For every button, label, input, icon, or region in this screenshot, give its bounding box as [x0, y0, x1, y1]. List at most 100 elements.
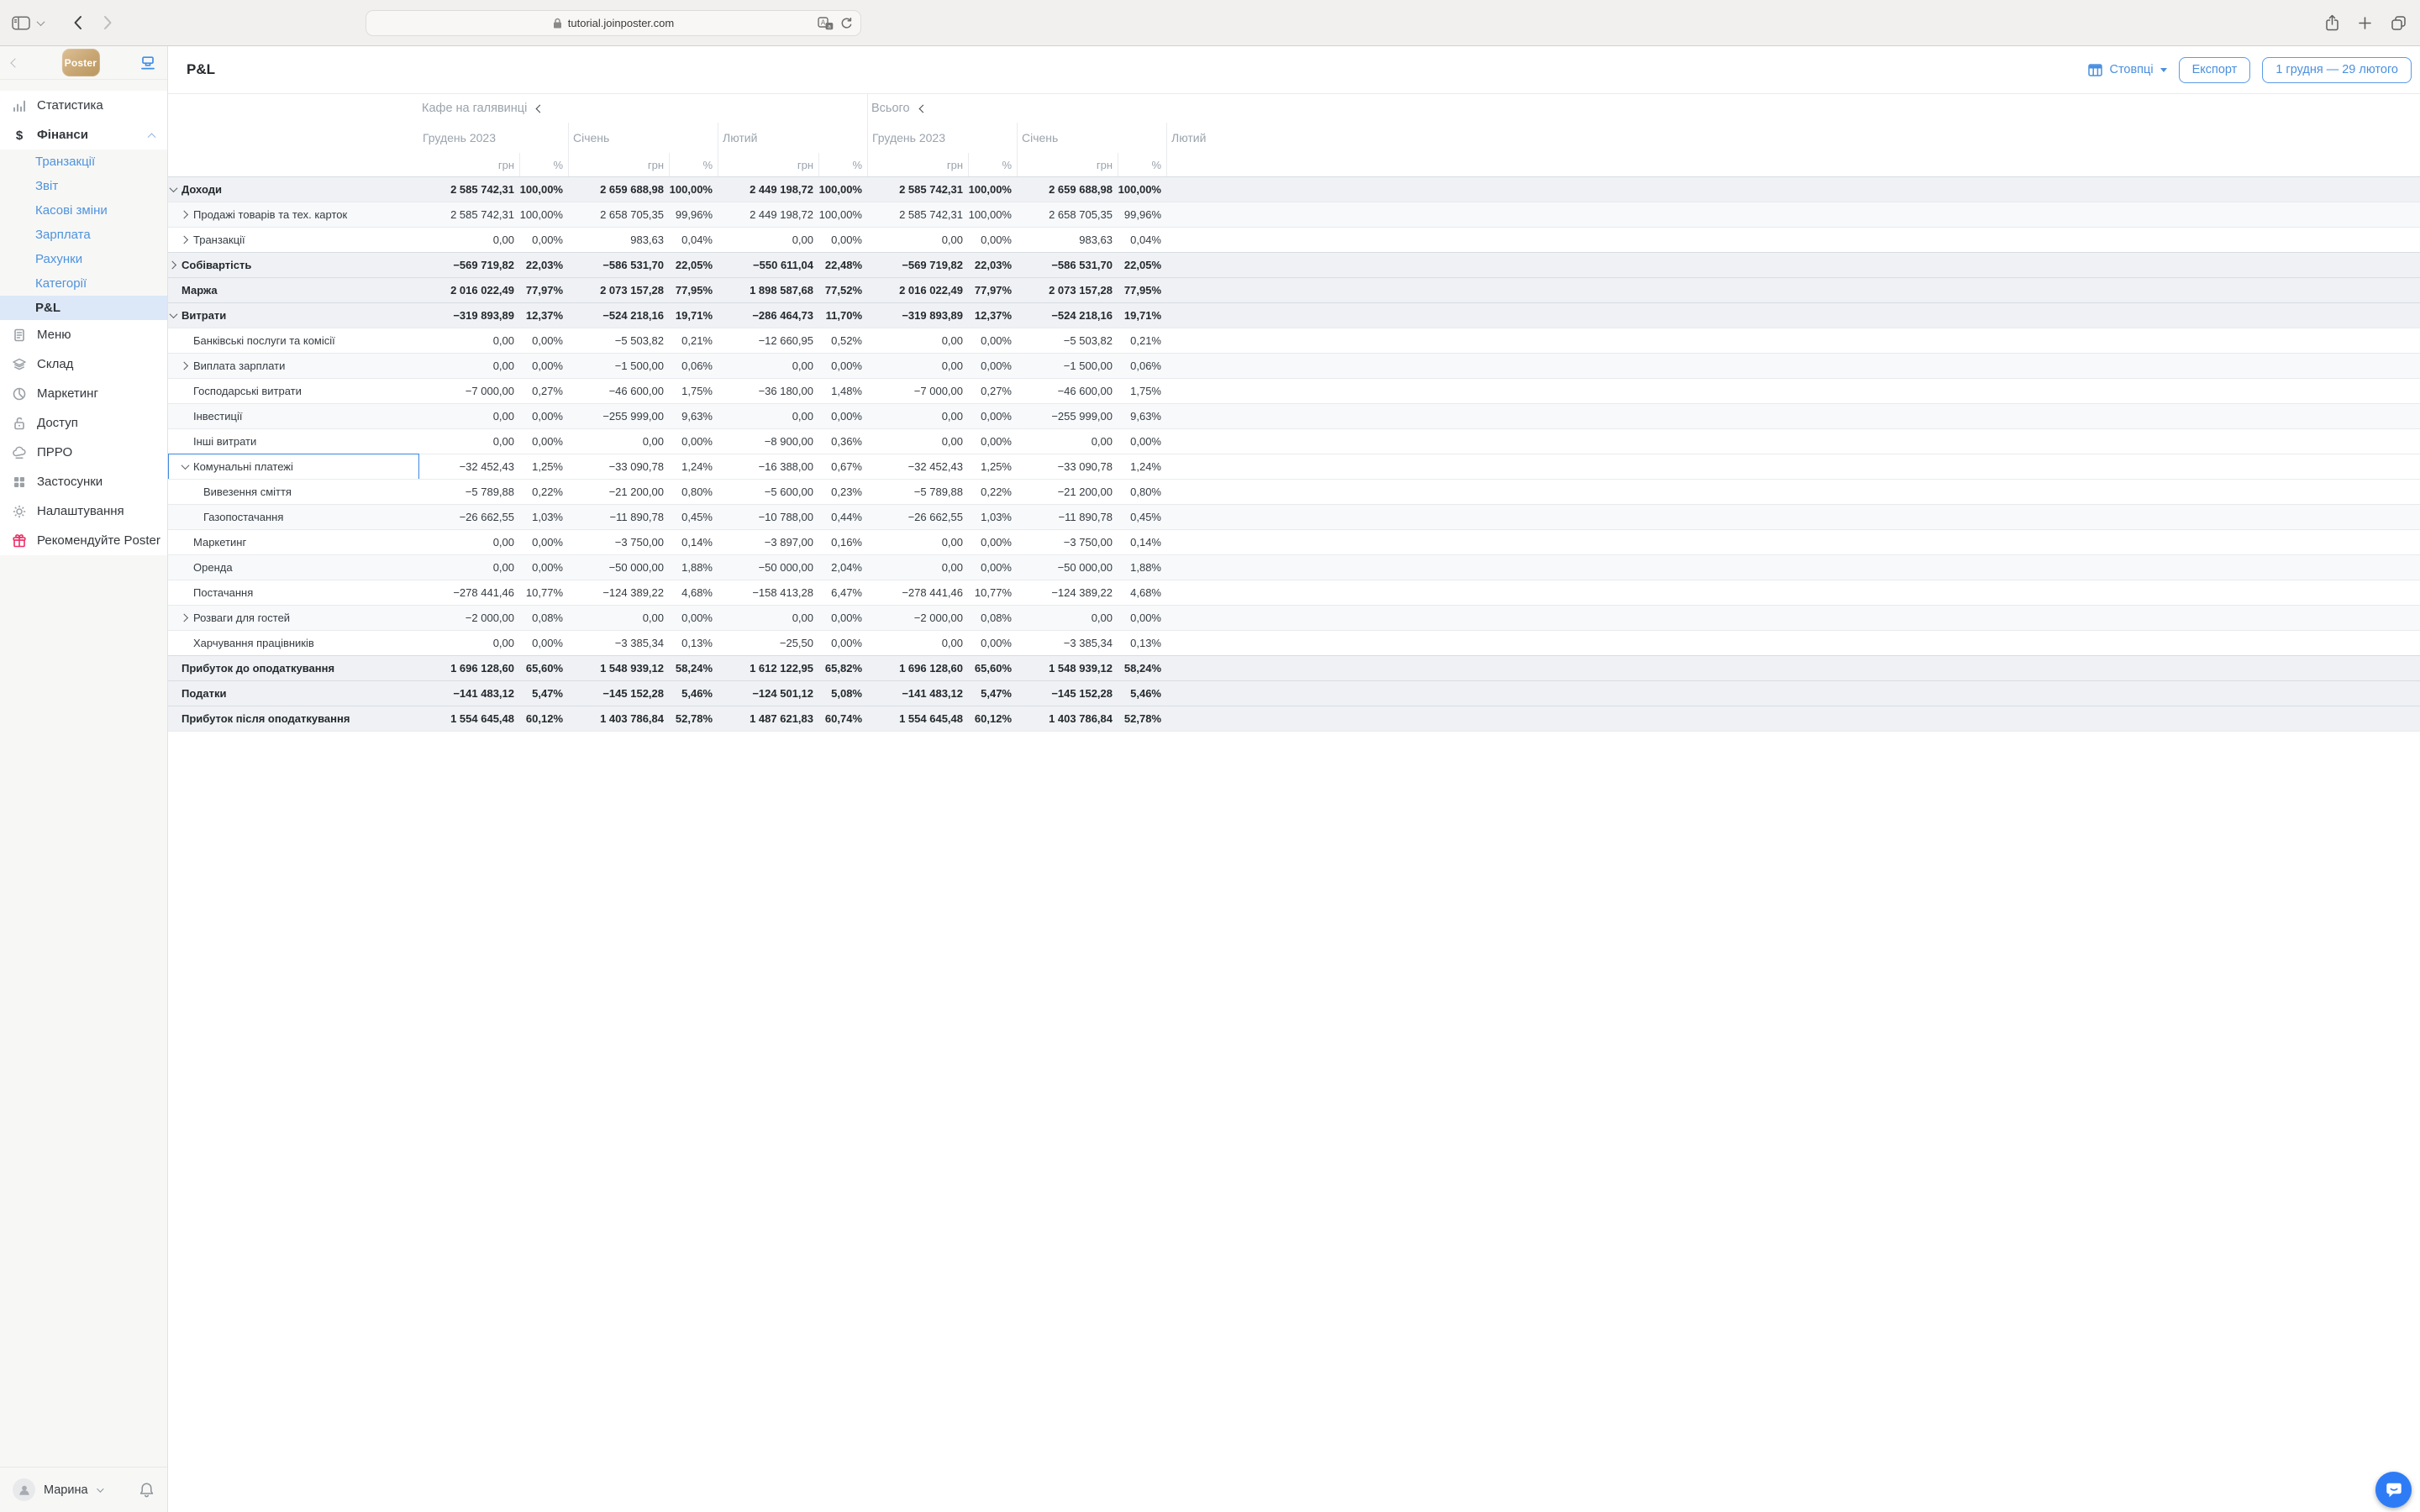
columns-button[interactable]: Стовпці	[2088, 63, 2166, 76]
table-row[interactable]: Собівартість−569 719,8222,03%−586 531,70…	[168, 252, 2420, 277]
sidebar-toggle-icon[interactable]	[12, 16, 30, 30]
cell-value: 0,00	[867, 435, 968, 448]
sidebar-item-finance[interactable]: $Фінанси	[0, 120, 167, 150]
sidebar-item-report[interactable]: Звіт	[0, 174, 167, 198]
chevron-right-icon[interactable]	[180, 236, 188, 244]
chevron-right-icon[interactable]	[180, 211, 188, 219]
collapse-sidebar-icon[interactable]	[10, 58, 19, 67]
cell-value: 0,00	[867, 360, 968, 372]
table-row[interactable]: Харчування працівників0,000,00%−3 385,34…	[168, 630, 2420, 655]
cell-percent: 22,48%	[818, 259, 867, 271]
cell-percent: 9,63%	[669, 410, 718, 423]
chevron-down-icon	[2160, 68, 2167, 72]
export-button[interactable]: Експорт	[2179, 57, 2251, 83]
gear-icon	[11, 504, 28, 519]
chevron-down-icon[interactable]	[37, 18, 45, 26]
table-row[interactable]: Маржа2 016 022,4977,97%2 073 157,2877,95…	[168, 277, 2420, 302]
cloud-icon	[11, 445, 28, 460]
group-header-cafe: Кафе на галявинці	[418, 94, 867, 123]
table-row[interactable]: Банківські послуги та комісії0,000,00%−5…	[168, 328, 2420, 353]
forward-button[interactable]	[103, 15, 113, 30]
unit-header-money: грн	[418, 153, 519, 176]
chat-button[interactable]	[2375, 1472, 2412, 1508]
sidebar-item-menu[interactable]: Меню	[0, 320, 167, 349]
new-tab-icon[interactable]	[2358, 16, 2372, 30]
sidebar-item-settings[interactable]: Налаштування	[0, 496, 167, 526]
cell-value: −124 389,22	[568, 586, 669, 599]
table-row[interactable]: Податки−141 483,125,47%−145 152,285,46%−…	[168, 680, 2420, 706]
table-row[interactable]: Прибуток до оподаткування1 696 128,6065,…	[168, 655, 2420, 680]
table-row[interactable]: Доходи2 585 742,31100,00%2 659 688,98100…	[168, 176, 2420, 202]
table-row[interactable]: Постачання−278 441,4610,77%−124 389,224,…	[168, 580, 2420, 605]
row-label-text: Газопостачання	[203, 511, 283, 523]
cell-value: 0,00	[718, 234, 818, 246]
table-row[interactable]: Газопостачання−26 662,551,03%−11 890,780…	[168, 504, 2420, 529]
sidebar-item-marketing[interactable]: Маркетинг	[0, 379, 167, 408]
sidebar-item-applications[interactable]: Застосунки	[0, 467, 167, 496]
collapse-group-icon[interactable]	[918, 104, 927, 113]
cell-percent: 60,74%	[818, 712, 867, 725]
avatar[interactable]	[13, 1478, 35, 1501]
table-row[interactable]: Господарські витрати−7 000,000,27%−46 60…	[168, 378, 2420, 403]
sidebar-item-salary[interactable]: Зарплата	[0, 223, 167, 247]
table-row[interactable]: Оренда0,000,00%−50 000,001,88%−50 000,00…	[168, 554, 2420, 580]
row-label: Податки	[168, 681, 418, 706]
cell-value: −141 483,12	[867, 687, 968, 700]
sidebar-item-categories[interactable]: Категорії	[0, 271, 167, 296]
cell-percent: 1,03%	[519, 511, 568, 523]
reload-icon[interactable]	[840, 17, 853, 30]
sidebar-item-statistics[interactable]: Статистика	[0, 91, 167, 120]
chevron-right-icon[interactable]	[168, 261, 176, 270]
cell-percent: 1,25%	[519, 460, 568, 473]
table-row[interactable]: Продажі товарів та тех. карток2 585 742,…	[168, 202, 2420, 227]
cell-percent: 0,80%	[669, 486, 718, 498]
table-row[interactable]: Інвестиції0,000,00%−255 999,009,63%0,000…	[168, 403, 2420, 428]
table-row[interactable]: Транзакції0,000,00%983,630,04%0,000,00%0…	[168, 227, 2420, 252]
back-button[interactable]	[73, 15, 82, 30]
cell-value: −21 200,00	[1017, 486, 1118, 498]
chevron-up-icon[interactable]	[148, 133, 156, 141]
cell-percent: 1,24%	[669, 460, 718, 473]
table-row[interactable]: Вивезення сміття−5 789,880,22%−21 200,00…	[168, 479, 2420, 504]
sidebar-item-transactions[interactable]: Транзакції	[0, 150, 167, 174]
collapse-group-icon[interactable]	[536, 104, 544, 113]
table-row[interactable]: Витрати−319 893,8912,37%−524 218,1619,71…	[168, 302, 2420, 328]
cell-percent: 0,16%	[818, 536, 867, 549]
table-row[interactable]: Прибуток після оподаткування1 554 645,48…	[168, 706, 2420, 731]
chevron-right-icon[interactable]	[180, 362, 188, 370]
user-name[interactable]: Марина	[44, 1483, 88, 1497]
chevron-right-icon[interactable]	[180, 614, 188, 622]
dollar-icon: $	[11, 128, 28, 143]
chevron-down-icon[interactable]	[182, 461, 190, 470]
cell-percent: 0,45%	[1118, 511, 1166, 523]
table-row[interactable]: Маркетинг0,000,00%−3 750,000,14%−3 897,0…	[168, 529, 2420, 554]
sidebar-item-prro[interactable]: ПРРО	[0, 438, 167, 467]
notifications-bell-icon[interactable]	[139, 1482, 155, 1499]
cell-value: −5 789,88	[867, 486, 968, 498]
cell-value: −7 000,00	[418, 385, 519, 397]
sidebar-item-recommend[interactable]: Рекомендуйте Poster	[0, 526, 167, 555]
poster-logo[interactable]: Poster	[61, 49, 99, 76]
table-row[interactable]: Комунальні платежі−32 452,431,25%−33 090…	[168, 454, 2420, 479]
chevron-down-icon[interactable]	[97, 1485, 103, 1492]
sidebar-item-stock[interactable]: Склад	[0, 349, 167, 379]
cell-value: −124 389,22	[1017, 586, 1118, 599]
cell-percent: 100,00%	[968, 183, 1017, 196]
group-header-total: Всього	[867, 94, 1210, 123]
pos-terminal-icon[interactable]	[139, 55, 156, 71]
sidebar-item-access[interactable]: Доступ	[0, 408, 167, 438]
sidebar-item-accounts[interactable]: Рахунки	[0, 247, 167, 271]
share-icon[interactable]	[2325, 14, 2339, 31]
sidebar-item-cash-shifts[interactable]: Касові зміни	[0, 198, 167, 223]
address-bar[interactable]: tutorial.joinposter.com Aа	[366, 10, 861, 36]
cell-percent: 0,00%	[1118, 612, 1166, 624]
translate-icon[interactable]: Aа	[818, 17, 834, 30]
table-row[interactable]: Розваги для гостей−2 000,000,08%0,000,00…	[168, 605, 2420, 630]
chevron-down-icon[interactable]	[170, 184, 178, 192]
sidebar-item-pnl[interactable]: P&L	[0, 296, 167, 320]
chevron-down-icon[interactable]	[170, 310, 178, 318]
tabs-overview-icon[interactable]	[2391, 15, 2407, 31]
table-row[interactable]: Виплата зарплати0,000,00%−1 500,000,06%0…	[168, 353, 2420, 378]
table-row[interactable]: Інші витрати0,000,00%0,000,00%−8 900,000…	[168, 428, 2420, 454]
date-range-button[interactable]: 1 грудня — 29 лютого	[2262, 57, 2412, 83]
